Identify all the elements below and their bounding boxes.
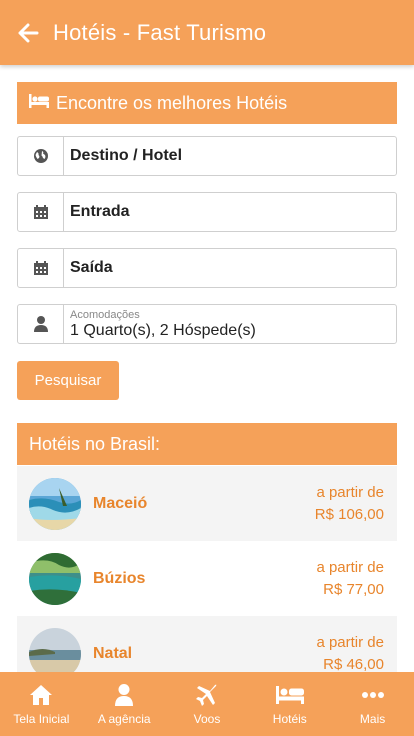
calendar-icon — [18, 193, 64, 231]
checkout-field[interactable]: Saída — [17, 248, 397, 288]
price-value: R$ 77,00 — [323, 580, 384, 598]
nav-label: A agência — [97, 712, 151, 726]
nav-item-home[interactable]: Tela Inicial — [0, 672, 83, 736]
accommodations-input[interactable]: Acomodações 1 Quarto(s), 2 Hóspede(s) — [64, 305, 396, 343]
nav-item-more[interactable]: Mais — [331, 672, 414, 736]
search-heading: Encontre os melhores Hotéis — [17, 82, 397, 124]
more-icon — [361, 682, 385, 708]
person-icon — [18, 305, 64, 343]
price-prefix: a partir de — [316, 633, 384, 651]
bottom-nav: Tela Inicial A agência Voos Hotéis Mais — [0, 672, 414, 736]
user-icon — [114, 682, 134, 708]
bed-icon — [28, 93, 50, 114]
nav-item-hotels[interactable]: Hotéis — [248, 672, 331, 736]
hotel-city: Búzios — [93, 569, 146, 587]
destination-input[interactable]: Destino / Hotel — [64, 137, 396, 175]
buzios-photo — [29, 552, 81, 605]
nav-label: Voos — [193, 712, 221, 726]
hotel-city: Maceió — [93, 494, 148, 512]
hotel-price: a partir de R$ 77,00 — [316, 557, 397, 601]
nav-label: Tela Inicial — [13, 712, 70, 726]
hotel-price: a partir de R$ 106,00 — [315, 482, 397, 526]
price-prefix: a partir de — [316, 483, 384, 501]
hotel-list-item[interactable]: Búzios a partir de R$ 77,00 — [17, 541, 397, 616]
home-icon — [29, 682, 53, 708]
hotel-price: a partir de R$ 46,00 — [316, 632, 397, 676]
page-title: Hotéis - Fast Turismo — [53, 19, 267, 45]
price-value: R$ 106,00 — [314, 505, 384, 523]
hotel-city: Natal — [93, 644, 133, 662]
checkin-field[interactable]: Entrada — [17, 192, 397, 232]
calendar-icon — [18, 249, 64, 287]
accommodations-value: 1 Quarto(s), 2 Hóspede(s) — [70, 321, 256, 339]
checkin-input[interactable]: Entrada — [64, 193, 396, 231]
nav-item-flights[interactable]: Voos — [166, 672, 249, 736]
accommodations-field[interactable]: Acomodações 1 Quarto(s), 2 Hóspede(s) — [17, 304, 397, 344]
app: Hotéis - Fast Turismo Encontre os melhor… — [0, 0, 414, 736]
nav-label: Hotéis — [272, 712, 307, 726]
app-header: Hotéis - Fast Turismo — [0, 0, 414, 65]
hotel-list-item[interactable]: Maceió a partir de R$ 106,00 — [17, 466, 397, 541]
back-arrow-icon[interactable] — [16, 21, 40, 45]
nav-label: Mais — [359, 712, 386, 726]
price-prefix: a partir de — [316, 558, 384, 576]
nav-item-agency[interactable]: A agência — [83, 672, 166, 736]
globe-icon — [18, 137, 64, 175]
search-heading-text: Encontre os melhores Hotéis — [56, 92, 288, 113]
accommodations-label: Acomodações — [70, 308, 140, 321]
plane-icon — [195, 682, 219, 708]
checkout-input[interactable]: Saída — [64, 249, 396, 287]
destination-field[interactable]: Destino / Hotel — [17, 136, 397, 176]
bed-icon — [275, 682, 305, 708]
hotels-heading: Hotéis no Brasil: — [17, 423, 397, 465]
search-button[interactable]: Pesquisar — [17, 361, 119, 400]
maceio-photo — [29, 477, 81, 530]
